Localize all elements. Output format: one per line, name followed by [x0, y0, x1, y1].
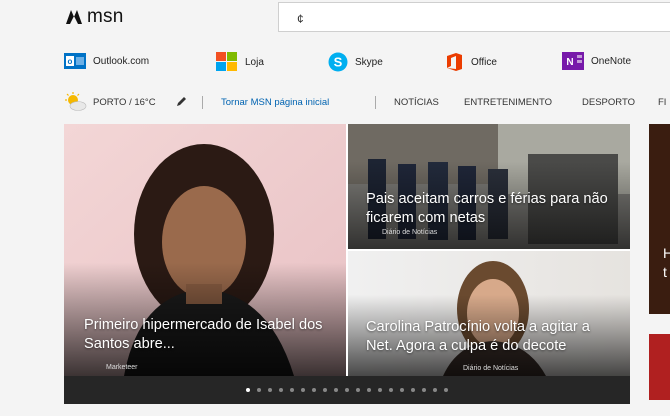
news-card-title: Ht	[663, 245, 670, 280]
carousel-dot[interactable]	[334, 388, 338, 392]
logo-text: msn	[87, 6, 124, 27]
weather-icon	[65, 92, 87, 111]
search-value: ¢	[297, 12, 304, 26]
search-input[interactable]: ¢	[278, 2, 670, 32]
app-onenote[interactable]: N OneNote	[562, 52, 631, 70]
carousel-dot[interactable]	[268, 388, 272, 392]
msn-logo[interactable]: msn	[64, 6, 124, 28]
msn-butterfly-icon	[66, 10, 82, 24]
make-homepage-link[interactable]: Tornar MSN página inicial	[221, 97, 329, 108]
carousel-dot[interactable]	[367, 388, 371, 392]
app-label: Loja	[245, 56, 264, 68]
app-skype[interactable]: S Skype	[328, 52, 383, 72]
app-label: OneNote	[591, 55, 632, 67]
edit-pencil-icon[interactable]	[176, 96, 187, 107]
news-card-source: Diário de Notícias	[463, 365, 519, 372]
news-card-title: Pais aceitam carros e férias para não fi…	[366, 191, 608, 226]
skype-icon: S	[328, 52, 348, 72]
carousel-dot[interactable]	[444, 388, 448, 392]
carousel-pagination	[64, 376, 630, 404]
nav-item-noticias[interactable]: NOTÍCIAS	[394, 97, 439, 108]
news-card-title: Carolina Patrocínio volta a agitar a Net…	[366, 319, 590, 354]
carousel-dot[interactable]	[323, 388, 327, 392]
carousel-dot[interactable]	[400, 388, 404, 392]
news-carousel: Primeiro hipermercado de Isabel dos Sant…	[64, 124, 630, 404]
news-image	[348, 251, 630, 376]
carousel-dot[interactable]	[411, 388, 415, 392]
nav-item-entretenimento[interactable]: ENTRETENIMENTO	[464, 97, 552, 108]
nav-item-more[interactable]: FI	[658, 97, 666, 108]
carousel-dot[interactable]	[422, 388, 426, 392]
store-icon	[216, 52, 237, 71]
carousel-dot[interactable]	[301, 388, 305, 392]
onenote-icon: N	[562, 52, 584, 70]
nav-bar: PORTO / 16°C Tornar MSN página inicial N…	[0, 88, 670, 116]
carousel-dot[interactable]	[246, 388, 250, 392]
outlook-icon: o	[64, 53, 86, 69]
carousel-dot[interactable]	[389, 388, 393, 392]
carousel-dot[interactable]	[356, 388, 360, 392]
carousel-dot[interactable]	[433, 388, 437, 392]
news-card-source: Diário de Notícias	[382, 229, 438, 236]
app-label: Office	[471, 56, 497, 68]
news-card-partial-2[interactable]	[649, 334, 670, 400]
app-office[interactable]: Office	[444, 52, 497, 72]
svg-text:o: o	[68, 57, 73, 66]
news-card-title: Primeiro hipermercado de Isabel dos Sant…	[84, 317, 323, 352]
news-card-bottom-right[interactable]: Carolina Patrocínio volta a agitar a Net…	[348, 251, 630, 376]
app-label: Skype	[355, 56, 383, 68]
carousel-dot[interactable]	[378, 388, 382, 392]
news-card-top-right[interactable]: Pais aceitam carros e férias para não fi…	[348, 124, 630, 249]
app-label: Outlook.com	[93, 55, 150, 67]
office-icon	[447, 53, 462, 71]
carousel-dot[interactable]	[312, 388, 316, 392]
app-outlook[interactable]: o Outlook.com	[64, 52, 149, 70]
svg-text:N: N	[566, 57, 573, 68]
news-card-source: Marketeer	[106, 364, 138, 371]
carousel-dot[interactable]	[345, 388, 349, 392]
news-card-main[interactable]: Primeiro hipermercado de Isabel dos Sant…	[64, 124, 346, 376]
weather-location[interactable]: PORTO / 16°C	[93, 97, 156, 108]
news-card-partial[interactable]: Ht	[649, 124, 670, 314]
top-bar: msn ¢	[0, 0, 670, 36]
carousel-dot[interactable]	[257, 388, 261, 392]
svg-text:S: S	[334, 55, 343, 70]
divider	[375, 96, 376, 109]
nav-item-desporto[interactable]: DESPORTO	[582, 97, 635, 108]
carousel-dot[interactable]	[290, 388, 294, 392]
carousel-dot[interactable]	[279, 388, 283, 392]
divider	[202, 96, 203, 109]
app-store[interactable]: Loja	[216, 52, 264, 72]
app-launcher-bar: o Outlook.com Loja S Skype Office N OneN…	[0, 52, 670, 82]
